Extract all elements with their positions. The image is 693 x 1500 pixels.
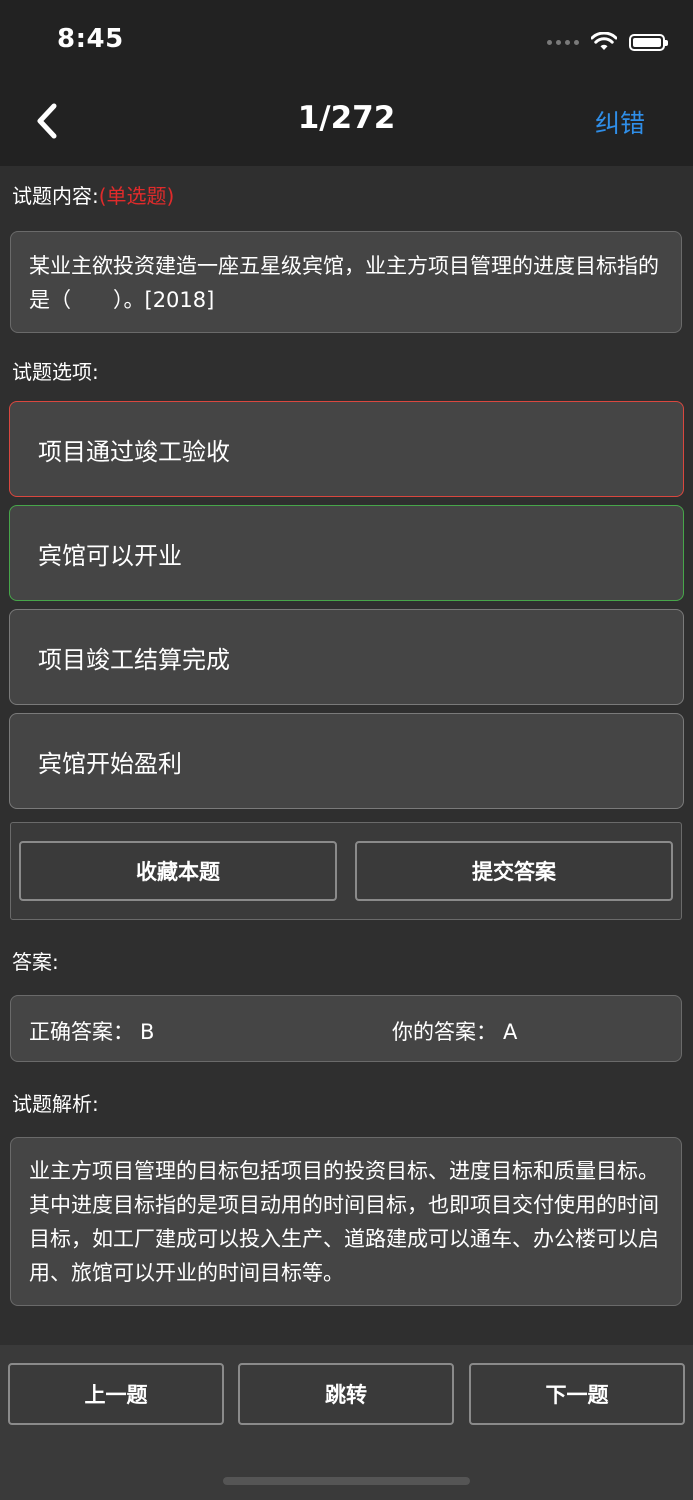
question-box: 某业主欲投资建造一座五星级宾馆，业主方项目管理的进度目标指的是（ ）。[2018… (10, 231, 682, 333)
favorite-button[interactable]: 收藏本题 (19, 841, 337, 901)
answer-label: 答案: (12, 950, 59, 974)
submit-answer-button[interactable]: 提交答案 (355, 841, 673, 901)
page-title: 1/272 (297, 100, 396, 136)
your-answer: 你的答案： A (392, 1020, 518, 1044)
option-a[interactable]: 项目通过竣工验收 (9, 401, 684, 497)
answer-box: 正确答案： B 你的答案： A (10, 995, 682, 1062)
cellular-signal-icon (547, 39, 579, 45)
correct-answer: 正确答案： B (29, 1020, 155, 1044)
option-text: 项目通过竣工验收 (38, 437, 230, 466)
question-text: 某业主欲投资建造一座五星级宾馆，业主方项目管理的进度目标指的是（ ）。[2018… (29, 254, 659, 312)
status-icons (547, 30, 668, 54)
option-c[interactable]: 项目竣工结算完成 (9, 609, 684, 705)
question-label: 试题内容:(单选题) (12, 184, 175, 208)
report-error-button[interactable]: 纠错 (595, 104, 645, 140)
navigation-bar: 8:45 1/272 纠错 (0, 0, 693, 166)
previous-question-button[interactable]: 上一题 (8, 1363, 224, 1425)
analysis-box: 业主方项目管理的目标包括项目的投资目标、进度目标和质量目标。其中进度目标指的是项… (10, 1137, 682, 1306)
your-answer-value: A (503, 1020, 518, 1044)
analysis-label: 试题解析: (12, 1092, 99, 1116)
option-text: 宾馆开始盈利 (38, 749, 182, 778)
option-b[interactable]: 宾馆可以开业 (9, 505, 684, 601)
home-indicator[interactable] (223, 1477, 470, 1485)
option-text: 项目竣工结算完成 (38, 645, 230, 674)
jump-button[interactable]: 跳转 (238, 1363, 454, 1425)
question-type: (单选题) (98, 184, 175, 208)
option-d[interactable]: 宾馆开始盈利 (9, 713, 684, 809)
next-question-button[interactable]: 下一题 (469, 1363, 685, 1425)
action-panel: 收藏本题 提交答案 (10, 822, 682, 920)
status-time: 8:45 (57, 24, 124, 54)
correct-answer-value: B (140, 1020, 155, 1044)
option-text: 宾馆可以开业 (38, 541, 182, 570)
analysis-text: 业主方项目管理的目标包括项目的投资目标、进度目标和质量目标。其中进度目标指的是项… (29, 1159, 659, 1285)
battery-icon (629, 33, 668, 51)
options-label: 试题选项: (12, 360, 99, 384)
wifi-icon (591, 32, 617, 50)
